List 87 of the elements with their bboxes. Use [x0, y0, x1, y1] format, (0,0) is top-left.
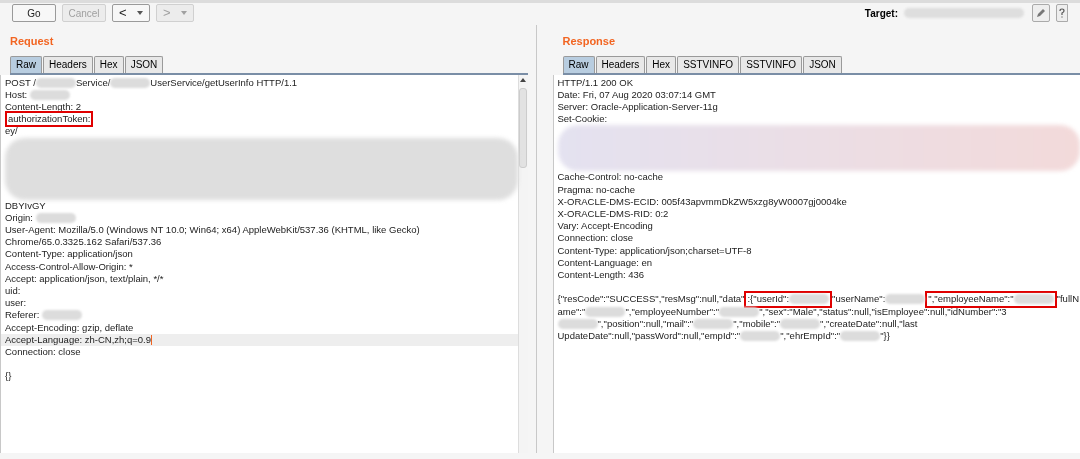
code-text: ","mobile":" [733, 317, 780, 330]
code-text: X-ORACLE-DMS-ECID: 005f43apvmmDkZW5xzg8yW0007gj0004ke [557, 195, 847, 208]
redaction-blur [35, 212, 76, 223]
code-text: Pragma: no-cache [557, 183, 636, 196]
scroll-up-icon[interactable] [520, 77, 526, 82]
code-text: Accept: application/json, text/plain, */* [5, 272, 164, 285]
panel-title: Request [10, 34, 54, 49]
dropdown-caret-icon [137, 11, 143, 15]
redaction-blur [789, 294, 830, 305]
redaction-blur [1013, 294, 1054, 305]
code-text: "fullN [1056, 293, 1079, 306]
code-text: :{"userId": [747, 293, 790, 306]
code-text: ","position":null,"mail":" [597, 317, 694, 330]
scroll-thumb[interactable] [519, 87, 527, 168]
code-text: Accept-Language: zh-CN,zh;q=0.9 [5, 333, 152, 346]
redaction-blur [110, 77, 151, 88]
text-cursor [151, 334, 153, 345]
code-text: ame":" [557, 305, 586, 318]
code-text: Content-Language: en [557, 256, 653, 269]
code-text: Connection: close [5, 345, 81, 359]
code-text: ","employeeNumber":" [625, 305, 720, 318]
redaction-blur [780, 318, 820, 329]
code-text: Service/ [76, 76, 111, 89]
code-text: Host: [5, 88, 29, 101]
tab[interactable]: SSTVINFO [677, 55, 740, 73]
code-text: authorizationToken: [8, 113, 91, 126]
tab[interactable]: Headers [595, 55, 646, 73]
panel-title: Response [562, 34, 616, 49]
target-label: Target: [864, 6, 898, 21]
code-text: HTTP/1.1 200 OK [557, 76, 633, 89]
redaction-blur [41, 310, 82, 321]
code-text: Vary: Accept-Encoding [557, 220, 653, 233]
code-text: Content-Type: application/json [5, 248, 133, 261]
code-text: Set-Cookie: [557, 113, 608, 126]
help-button[interactable] [1056, 4, 1068, 22]
code-text: User-Agent: Mozilla/5.0 (Windows NT 10.0; Win64; x64) AppleWebKit/537.36 (KHTML, like Gecko) [5, 223, 420, 237]
redaction-blur [36, 77, 76, 88]
help-icon [1059, 8, 1065, 18]
code-text: Referer: [5, 309, 41, 322]
tab[interactable]: Hex [93, 55, 124, 73]
code-text: ey/ [5, 125, 18, 138]
tab[interactable]: JSON [803, 55, 842, 73]
code-text: Connection: close [557, 232, 634, 245]
code-text: uid: [5, 284, 21, 298]
redaction-blur [693, 318, 734, 329]
redaction-blur [719, 306, 760, 317]
code-text: POST / [5, 76, 36, 89]
code-text: UpdateDate":null,"passWord":null,"empId":" [557, 329, 741, 343]
history-button[interactable]: < [112, 4, 150, 22]
code-text: DBYIvGY [5, 199, 46, 212]
redaction-blur [557, 318, 598, 329]
tab[interactable]: Hex [646, 55, 677, 73]
tab[interactable]: JSON [124, 55, 164, 73]
redaction-blur [740, 331, 781, 342]
code-text: X-ORACLE-DMS-RID: 0:2 [557, 207, 669, 221]
code-text: Date: Fri, 07 Aug 2020 03:07:14 GMT [557, 88, 716, 101]
tab[interactable]: Raw [10, 55, 42, 73]
code-text: ","sex":"Male","status":null,"isEmployee":null,"idNumber":"3 [759, 305, 1007, 318]
edit-button[interactable] [1032, 4, 1050, 22]
redaction-blur [585, 306, 626, 317]
code-text: Access-Control-Allow-Origin: * [5, 260, 133, 273]
code-text: UserService/getUserInfo HTTP/1.1 [150, 76, 298, 89]
tab[interactable]: SSTVINFO [740, 55, 803, 73]
tab[interactable]: Raw [562, 55, 595, 73]
code-text: Server: Oracle-Application-Server-11g [557, 100, 718, 114]
code-text: ","createDate":null,"last [820, 317, 918, 330]
code-text: ","ehrEmpId":" [780, 329, 841, 343]
code-text: user: [5, 297, 27, 310]
dropdown-caret-icon [181, 11, 187, 15]
code-text: "userName": [832, 293, 886, 306]
code-text: Content-Type: application/json;charset=UTF-8 [557, 244, 752, 257]
pencil-icon [1036, 8, 1046, 18]
code-text: "}} [880, 329, 890, 343]
code-text: Accept-Encoding: gzip, deflate [5, 321, 134, 334]
code-text: Content-Length: 2 [5, 100, 82, 114]
code-text: {"resCode":"SUCCESS","resMsg":null,"data" [557, 293, 745, 306]
code-text: Chrome/65.0.3325.162 Safari/537.36 [5, 236, 162, 249]
code-text: Content-Length: 436 [557, 268, 645, 282]
redaction-blur [885, 294, 926, 305]
code-text: Cache-Control: no-cache [557, 171, 664, 184]
tab[interactable]: Headers [43, 55, 93, 73]
redaction-blur [29, 89, 70, 100]
code-text: Origin: [5, 211, 34, 224]
redaction-blur [840, 331, 881, 342]
code-text: ","employeeName":" [928, 293, 1014, 306]
code-text: {} [5, 370, 12, 383]
toolbar-button[interactable]: Go [12, 4, 56, 22]
